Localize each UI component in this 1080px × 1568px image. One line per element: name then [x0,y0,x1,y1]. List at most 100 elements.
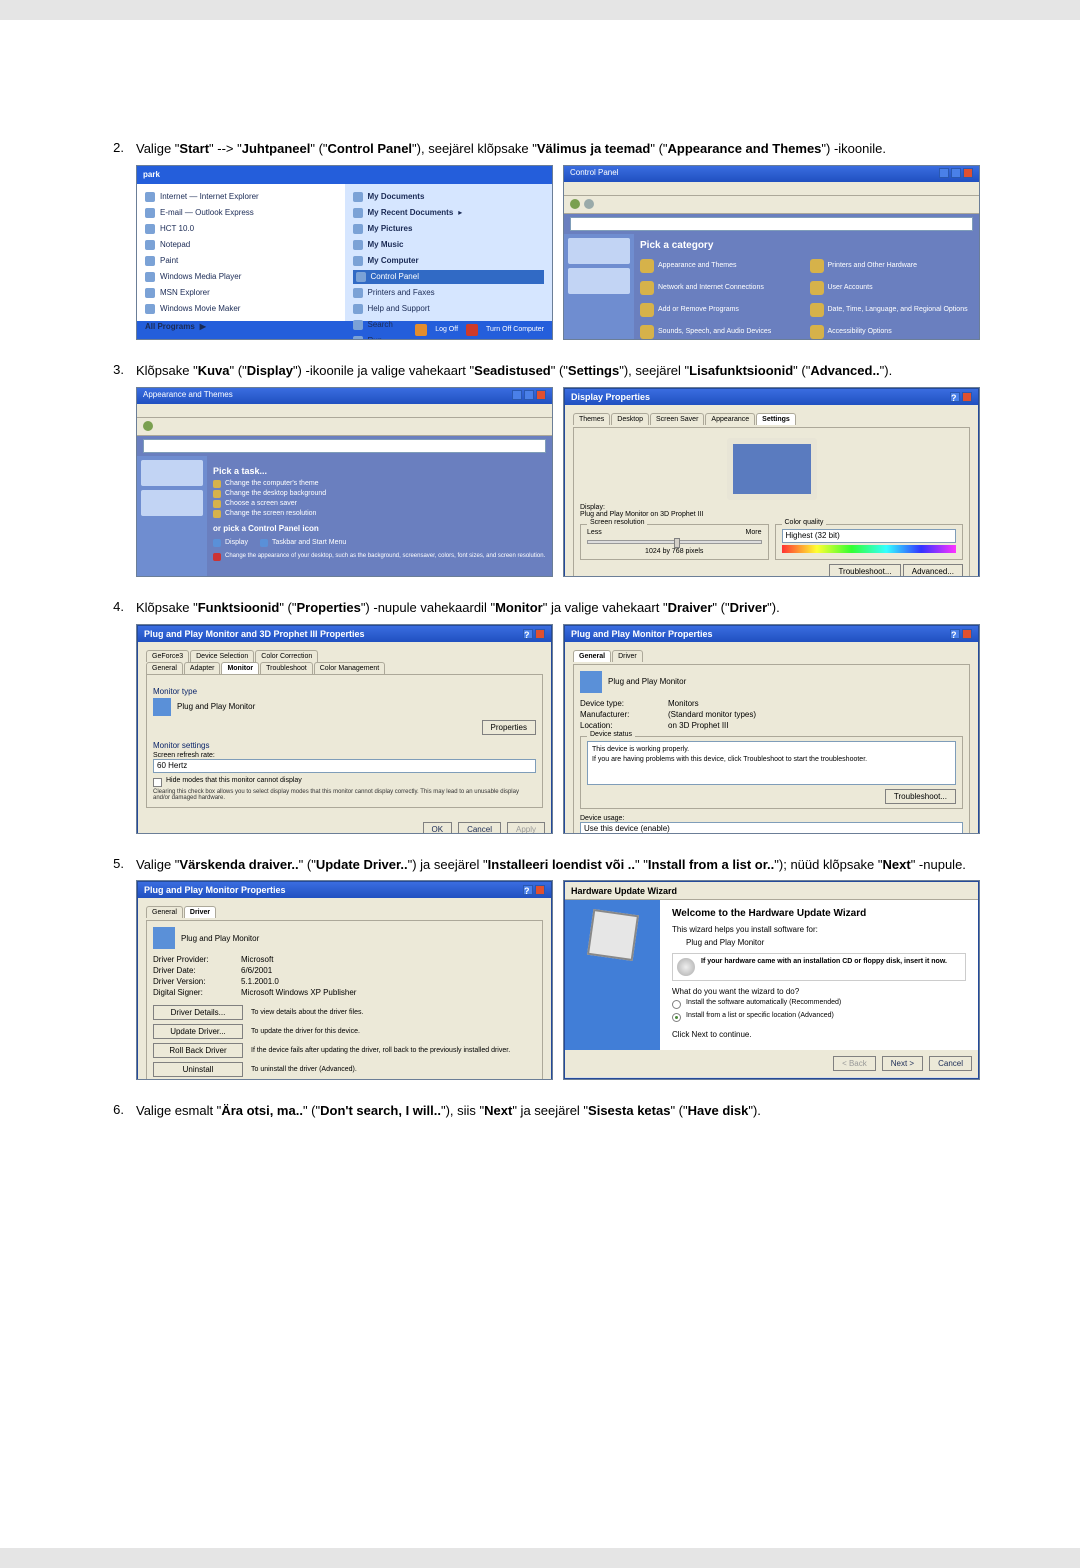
resolution-slider[interactable] [587,540,762,544]
apply-button[interactable]: Apply [507,822,545,834]
my-recent-docs[interactable]: My Recent Documents [368,208,454,217]
printers-faxes[interactable]: Printers and Faxes [368,288,435,297]
slider-thumb[interactable] [674,538,680,548]
tab-color-mgmt[interactable]: Color Management [314,662,386,674]
menubar[interactable] [564,182,979,196]
help-icon[interactable]: ? [523,885,533,895]
cat-users[interactable]: User Accounts [810,279,974,297]
uninstall-button[interactable]: Uninstall [153,1062,243,1077]
shutdown-icon[interactable] [466,324,478,336]
properties-button[interactable]: Properties [482,720,536,735]
my-pictures[interactable]: My Pictures [368,224,413,233]
troubleshoot-button[interactable]: Troubleshoot... [829,564,900,577]
task-resolution[interactable]: Change the screen resolution [213,510,546,518]
close-icon[interactable] [535,885,545,895]
tab-color-correction[interactable]: Color Correction [255,650,318,662]
hide-modes-checkbox[interactable]: Hide modes that this monitor cannot disp… [153,777,536,787]
maximize-icon[interactable] [524,390,534,400]
tab-appearance[interactable]: Appearance [705,413,755,425]
start-item-wmp[interactable]: Windows Media Player [160,272,241,281]
radio-auto[interactable]: Install the software automatically (Reco… [672,999,966,1009]
close-icon[interactable] [962,392,972,402]
driver-details-button[interactable]: Driver Details... [153,1005,243,1020]
rollback-button[interactable]: Roll Back Driver [153,1043,243,1058]
my-computer[interactable]: My Computer [368,256,419,265]
address-bar[interactable] [570,217,973,231]
back-icon[interactable] [143,421,153,431]
troubleshoot-button[interactable]: Troubleshoot... [885,789,956,804]
radio-list[interactable]: Install from a list or specific location… [672,1012,966,1022]
help-icon[interactable]: ? [950,629,960,639]
start-item-internet[interactable]: Internet — Internet Explorer [160,192,259,201]
tab-troubleshoot[interactable]: Troubleshoot [260,662,313,674]
update-driver-button[interactable]: Update Driver... [153,1024,243,1039]
start-item-email[interactable]: E-mail — Outlook Express [160,208,254,217]
tab-settings[interactable]: Settings [756,413,796,425]
start-item-paint[interactable]: Paint [160,256,178,265]
tab-monitor[interactable]: Monitor [221,662,259,674]
control-panel-item[interactable]: Control Panel [353,270,545,284]
device-usage-select[interactable]: Use this device (enable) [580,822,963,834]
forward-icon[interactable] [584,199,594,209]
radio-icon[interactable] [672,1000,681,1009]
tab-device-selection[interactable]: Device Selection [190,650,254,662]
menubar[interactable] [137,404,552,418]
radio-icon[interactable] [672,1013,681,1022]
task-screensaver[interactable]: Choose a screen saver [213,500,546,508]
cat-printers[interactable]: Printers and Other Hardware [810,257,974,275]
close-icon[interactable] [536,390,546,400]
cancel-button[interactable]: Cancel [929,1056,972,1071]
next-button[interactable]: Next > [882,1056,923,1071]
start-item-msn[interactable]: MSN Explorer [160,288,210,297]
all-programs[interactable]: All Programs [145,322,195,331]
back-button[interactable]: < Back [833,1056,876,1071]
help-icon[interactable]: ? [523,629,533,639]
tab-themes[interactable]: Themes [573,413,610,425]
tab-driver[interactable]: Driver [612,650,643,662]
help-support[interactable]: Help and Support [368,304,430,313]
maximize-icon[interactable] [951,168,961,178]
task-theme[interactable]: Change the computer's theme [213,480,546,488]
tab-general[interactable]: General [573,650,611,662]
start-item-notepad[interactable]: Notepad [160,240,190,249]
help-icon[interactable]: ? [950,392,960,402]
tab-adapter[interactable]: Adapter [184,662,221,674]
cat-add-remove[interactable]: Add or Remove Programs [640,301,804,319]
task-background[interactable]: Change the desktop background [213,490,546,498]
tab-general[interactable]: General [146,906,183,918]
cat-network[interactable]: Network and Internet Connections [640,279,804,297]
tab-desktop[interactable]: Desktop [611,413,649,425]
minimize-icon[interactable] [512,390,522,400]
toolbar[interactable] [564,196,979,214]
logoff-button[interactable]: Log Off [435,326,458,333]
display-icon-link[interactable]: Display [213,539,248,547]
cat-datetime[interactable]: Date, Time, Language, and Regional Optio… [810,301,974,319]
my-music[interactable]: My Music [368,240,404,249]
address-bar[interactable] [143,439,546,453]
logoff-icon[interactable] [415,324,427,336]
cat-accessibility[interactable]: Accessibility Options [810,323,974,340]
close-icon[interactable] [963,168,973,178]
refresh-rate-select[interactable]: 60 Hertz [153,759,536,773]
search-link[interactable]: Search [368,320,393,329]
start-item-hct[interactable]: HCT 10.0 [160,224,194,233]
turnoff-button[interactable]: Turn Off Computer [486,326,544,333]
cat-appearance[interactable]: Appearance and Themes [640,257,804,275]
tab-general[interactable]: General [146,662,183,674]
cat-sounds[interactable]: Sounds, Speech, and Audio Devices [640,323,804,340]
taskbar-start-button[interactable]: start [137,339,552,340]
tab-screensaver[interactable]: Screen Saver [650,413,704,425]
close-icon[interactable] [535,629,545,639]
start-item-wmm[interactable]: Windows Movie Maker [160,304,240,313]
cancel-button[interactable]: Cancel [458,822,501,834]
advanced-button[interactable]: Advanced... [903,564,963,577]
color-quality-select[interactable]: Highest (32 bit) [782,529,957,543]
taskbar-icon-link[interactable]: Taskbar and Start Menu [260,539,346,547]
minimize-icon[interactable] [939,168,949,178]
checkbox-icon[interactable] [153,778,162,787]
tab-driver[interactable]: Driver [184,906,216,918]
ok-button[interactable]: OK [423,822,453,834]
toolbar[interactable] [137,418,552,436]
back-icon[interactable] [570,199,580,209]
tab-geforce[interactable]: GeForce3 [146,650,189,662]
